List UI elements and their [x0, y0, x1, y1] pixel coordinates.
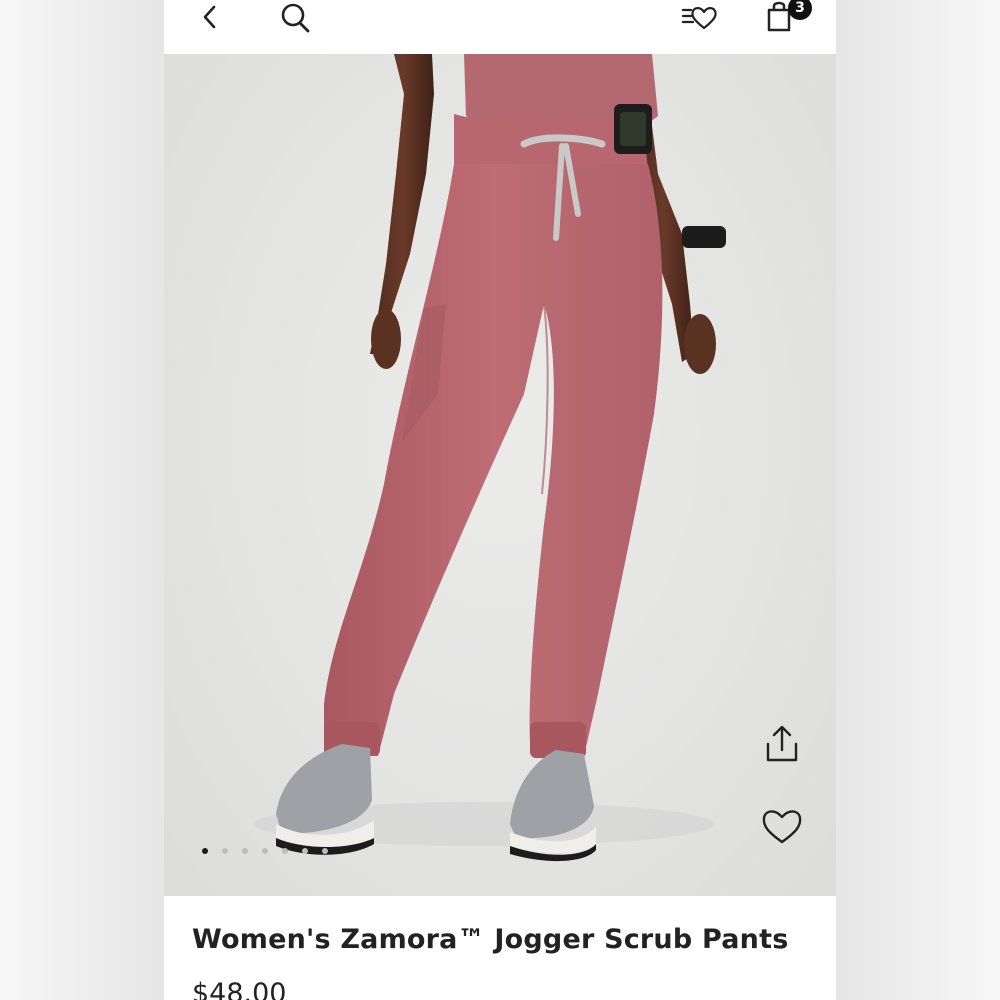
gallery-dot[interactable]: [202, 848, 208, 854]
favorite-button[interactable]: [760, 806, 804, 846]
gallery-dot[interactable]: [262, 848, 268, 854]
heart-outline-icon: [762, 810, 802, 844]
product-title: Women's Zamora™ Jogger Scrub Pants: [192, 924, 789, 955]
back-button[interactable]: [200, 4, 222, 30]
gallery-dot[interactable]: [282, 848, 288, 854]
product-price: $48.00: [192, 978, 287, 1000]
wishlist-list-heart-icon: [681, 7, 717, 30]
bag-count-badge: 3: [788, 0, 812, 20]
share-icon: [766, 725, 798, 762]
search-icon: [281, 3, 310, 33]
product-info: Women's Zamora™ Jogger Scrub Pants $48.0…: [164, 896, 836, 1000]
right-backdrop: [836, 0, 1000, 1000]
product-photo: [254, 54, 726, 862]
left-backdrop: [0, 0, 164, 1000]
product-page: 3 Women's Zamora™ Jogger Scrub Pants $48…: [164, 0, 836, 1000]
gallery-dot[interactable]: [302, 848, 308, 854]
gallery-dot[interactable]: [242, 848, 248, 854]
top-navigation-bar: 3: [164, 0, 836, 54]
share-button[interactable]: [760, 722, 804, 766]
gallery-dot[interactable]: [222, 848, 228, 854]
search-button[interactable]: [278, 1, 312, 35]
gallery-pagination[interactable]: [202, 848, 328, 854]
chevron-left-icon: [203, 5, 216, 29]
wishlist-button[interactable]: [680, 2, 718, 32]
product-image-gallery[interactable]: [164, 54, 836, 896]
gallery-dot[interactable]: [322, 848, 328, 854]
